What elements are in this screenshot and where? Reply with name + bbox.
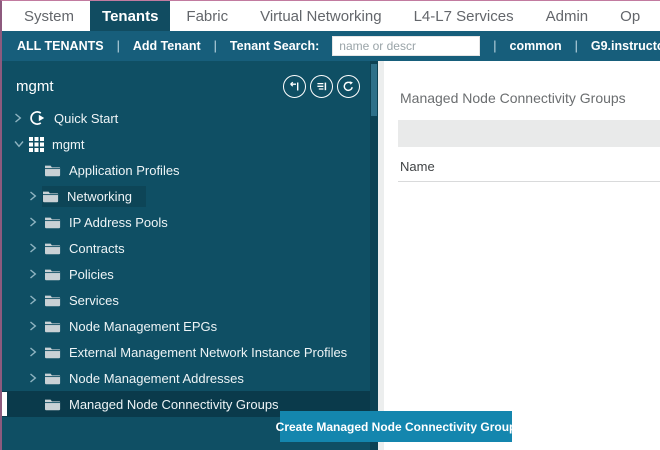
nav-system[interactable]: System (8, 1, 90, 31)
tree-item-application-profiles[interactable]: Application Profiles (2, 157, 370, 183)
quick-start-icon (29, 110, 46, 126)
table-toolbar (398, 120, 660, 147)
tree-item-label: Node Management EPGs (69, 319, 217, 334)
chevron-down-icon[interactable] (14, 140, 29, 148)
create-group-tooltip: Create Managed Node Connectivity Group (280, 411, 512, 442)
chevron-right-icon[interactable] (29, 243, 44, 253)
nav-op[interactable]: Op (604, 1, 656, 31)
apic-window: SystemTenantsFabricVirtual NetworkingL4-… (0, 0, 660, 450)
folder-icon (44, 294, 61, 307)
tenant-icon (29, 137, 44, 152)
tenant-search-label: Tenant Search: (230, 39, 319, 53)
separator: | (575, 39, 578, 53)
page-title: Managed Node Connectivity Groups (400, 90, 660, 106)
tenant-link-g9-instructor[interactable]: G9.instructor (591, 39, 660, 53)
folder-icon (42, 190, 59, 203)
separator: | (493, 39, 496, 53)
tree-item-policies[interactable]: Policies (2, 261, 370, 287)
tenant-tree: Quick Start mgmt Application Profiles Netwo… (2, 105, 370, 417)
nav-admin[interactable]: Admin (530, 1, 605, 31)
nav-virtual-networking[interactable]: Virtual Networking (244, 1, 397, 31)
tree-item-ip-address-pools[interactable]: IP Address Pools (2, 209, 370, 235)
chevron-right-icon[interactable] (14, 113, 29, 123)
tree-item-label: Services (69, 293, 119, 308)
sidebar-title: mgmt (16, 78, 54, 95)
chevron-right-icon[interactable] (29, 321, 44, 331)
tree-item-label: Quick Start (54, 111, 118, 126)
nav-fabric[interactable]: Fabric (170, 1, 244, 31)
app-body: mgmt Quick Start mgmt Application Profiles… (2, 61, 660, 450)
all-tenants-link[interactable]: ALL TENANTS (17, 39, 104, 53)
chevron-right-icon[interactable] (29, 269, 44, 279)
tree-item-label: Networking (67, 189, 132, 204)
tenant-subnav: ALL TENANTS | Add Tenant | Tenant Search… (2, 31, 660, 61)
folder-icon (44, 268, 61, 281)
tree-item-mgmt[interactable]: mgmt (2, 131, 370, 157)
chevron-right-icon[interactable] (29, 347, 44, 357)
column-header-name[interactable]: Name (400, 159, 435, 174)
tree-item-services[interactable]: Services (2, 287, 370, 313)
tree-filter-icon[interactable] (310, 75, 333, 98)
tree-item-label: mgmt (52, 137, 85, 152)
tree-item-node-management-epgs[interactable]: Node Management EPGs (2, 313, 370, 339)
top-navbar: SystemTenantsFabricVirtual NetworkingL4-… (2, 1, 660, 31)
tree-item-label: Contracts (69, 241, 125, 256)
tree-item-label: Application Profiles (69, 163, 180, 178)
folder-icon (44, 216, 61, 229)
folder-icon (44, 242, 61, 255)
chevron-right-icon[interactable] (29, 217, 44, 227)
folder-icon (44, 398, 61, 411)
table-header-row: Name (398, 154, 660, 182)
tenant-search-input[interactable] (332, 36, 480, 56)
tree-item-label: IP Address Pools (69, 215, 168, 230)
nav-tenants[interactable]: Tenants (90, 1, 170, 31)
sidebar-header: mgmt (2, 61, 370, 105)
folder-icon (44, 320, 61, 333)
folder-icon (44, 372, 61, 385)
tree-item-label: Node Management Addresses (69, 371, 244, 386)
main-panel: Managed Node Connectivity Groups Name (384, 61, 660, 450)
collapse-tree-icon[interactable] (283, 75, 306, 98)
sidebar-scrollbar-thumb[interactable] (371, 64, 377, 116)
sidebar-splitter[interactable] (370, 61, 378, 450)
tree-item-node-management-addresses[interactable]: Node Management Addresses (2, 365, 370, 391)
tree-item-external-management-network-instance-profiles[interactable]: External Management Network Instance Pro… (2, 339, 370, 365)
chevron-right-icon[interactable] (29, 373, 44, 383)
separator: | (117, 39, 120, 53)
chevron-right-icon[interactable] (29, 295, 44, 305)
tenant-tree-sidebar: mgmt Quick Start mgmt Application Profiles… (2, 61, 370, 450)
tree-item-contracts[interactable]: Contracts (2, 235, 370, 261)
tree-item-quick-start[interactable]: Quick Start (2, 105, 370, 131)
tree-item-label: Managed Node Connectivity Groups (69, 397, 279, 412)
sidebar-header-icons (279, 75, 360, 98)
tenant-link-common[interactable]: common (510, 39, 562, 53)
tree-item-label: External Management Network Instance Pro… (69, 345, 347, 360)
tree-item-networking[interactable]: Networking (2, 183, 370, 209)
refresh-icon[interactable] (337, 75, 360, 98)
add-tenant-link[interactable]: Add Tenant (133, 39, 201, 53)
nav-l4-l7-services[interactable]: L4-L7 Services (398, 1, 530, 31)
separator: | (214, 39, 217, 53)
folder-icon (44, 346, 61, 359)
folder-icon (44, 164, 61, 177)
tree-item-label: Policies (69, 267, 114, 282)
